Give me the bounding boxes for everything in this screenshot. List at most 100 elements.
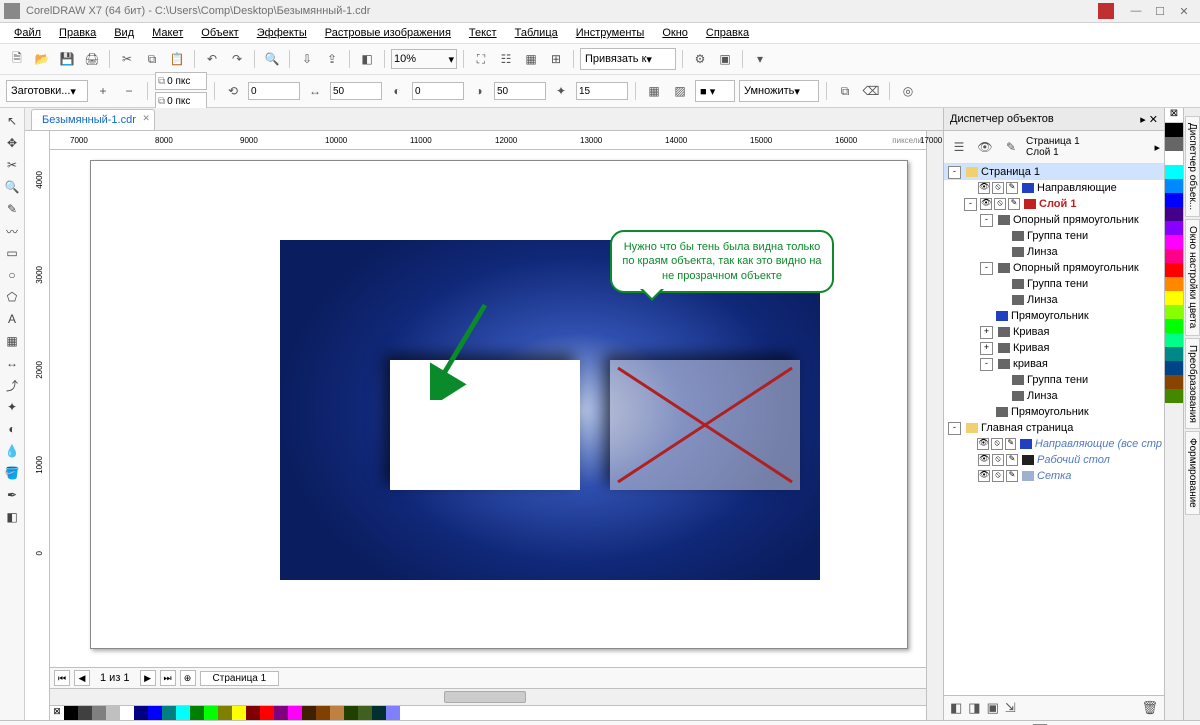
fade-field[interactable]: 0 [412, 82, 464, 100]
open-button[interactable]: 📂 [31, 48, 53, 70]
tree-row[interactable]: Группа тени [944, 372, 1164, 388]
rulers-button[interactable]: ☷ [495, 48, 517, 70]
stretch-field[interactable]: 50 [330, 82, 382, 100]
close-tab-icon[interactable]: ✕ [142, 113, 150, 124]
app-switch-button[interactable]: ▾ [749, 48, 771, 70]
layer-tree[interactable]: -Страница 1👁⦸✎Направляющие-👁⦸✎Слой 1-Опо… [944, 164, 1164, 695]
table-tool[interactable]: ▦ [3, 332, 21, 350]
add-preset-button[interactable]: + [92, 80, 114, 102]
menu-Справка[interactable]: Справка [698, 25, 757, 41]
doc-swatch[interactable] [120, 706, 134, 720]
doc-swatch[interactable] [246, 706, 260, 720]
palette-swatch[interactable] [1165, 165, 1183, 179]
palette-swatch[interactable] [1165, 193, 1183, 207]
tree-row[interactable]: Прямоугольник [944, 404, 1164, 420]
tree-row[interactable]: Группа тени [944, 228, 1164, 244]
tree-row[interactable]: -Опорный прямоугольник [944, 212, 1164, 228]
first-page-button[interactable]: ⏮ [54, 670, 70, 686]
crop-tool[interactable]: ✂ [3, 156, 21, 174]
doc-swatch[interactable] [218, 706, 232, 720]
x-offset-field[interactable]: ⧉0 пкс [155, 72, 207, 90]
polygon-tool[interactable]: ⬠ [3, 288, 21, 306]
panel-close-icon[interactable]: ✕ [1149, 114, 1158, 126]
color-combo[interactable]: ■ ▾ [695, 80, 735, 102]
close-button[interactable]: ✕ [1174, 4, 1194, 18]
vertical-ruler[interactable]: 40003000200010000 [25, 131, 50, 720]
palette-swatch[interactable] [1165, 249, 1183, 263]
palette-swatch[interactable] [1165, 137, 1183, 151]
palette-swatch[interactable] [1165, 291, 1183, 305]
guides-button[interactable]: ⊞ [545, 48, 567, 70]
panel-more-icon[interactable]: ▸ [1154, 141, 1160, 154]
smartfill-tool[interactable]: ◧ [3, 508, 21, 526]
palette-swatch[interactable] [1165, 347, 1183, 361]
tree-row[interactable]: -кривая [944, 356, 1164, 372]
tree-row[interactable]: -👁⦸✎Слой 1 [944, 196, 1164, 212]
layer-edit-icon[interactable]: ✎ [1000, 136, 1022, 158]
menu-Эффекты[interactable]: Эффекты [249, 25, 315, 41]
print-button[interactable]: 🖨 [81, 48, 103, 70]
tree-row[interactable]: Линза [944, 292, 1164, 308]
dimension-tool[interactable]: ↔ [3, 354, 21, 372]
artistic-tool[interactable]: 〰 [3, 222, 21, 240]
menu-Макет[interactable]: Макет [144, 25, 191, 41]
layer-opts-icon[interactable]: ☰ [948, 136, 970, 158]
horizontal-ruler[interactable]: 7000800090001000011000120001300014000150… [50, 131, 926, 150]
palette-swatch[interactable] [1165, 305, 1183, 319]
export-button[interactable]: ⇪ [321, 48, 343, 70]
tree-row[interactable]: Линза [944, 244, 1164, 260]
doc-swatch[interactable] [78, 706, 92, 720]
doc-swatch[interactable] [344, 706, 358, 720]
menu-Объект[interactable]: Объект [193, 25, 246, 41]
outline-tool[interactable]: ✒ [3, 486, 21, 504]
effects-tool[interactable]: ✦ [3, 398, 21, 416]
move-to-button[interactable]: ⇲ [1005, 700, 1016, 716]
h-scrollbar[interactable] [50, 688, 926, 705]
new-button[interactable]: 🗎 [6, 48, 28, 70]
paste-button[interactable]: 📋 [166, 48, 188, 70]
panel-menu-icon[interactable]: ▸ [1140, 114, 1146, 126]
menu-Вид[interactable]: Вид [106, 25, 142, 41]
tree-row[interactable]: 👁⦸✎Направляющие (все стр [944, 436, 1164, 452]
menu-Файл[interactable]: Файл [6, 25, 49, 41]
docker-tabs[interactable]: Диспетчер объек... Окно настройки цвета Пр… [1183, 108, 1200, 720]
connector-tool[interactable]: ⤴ [3, 376, 21, 394]
doc-swatch[interactable] [106, 706, 120, 720]
opacity-field[interactable]: 50 [494, 82, 546, 100]
options-button[interactable]: ⚙ [689, 48, 711, 70]
layer-vis-icon[interactable]: 👁 [974, 136, 996, 158]
doc-swatch[interactable] [134, 706, 148, 720]
tree-row[interactable]: Прямоугольник [944, 308, 1164, 324]
direction-button[interactable]: ▦ [643, 80, 665, 102]
tree-row[interactable]: 👁⦸✎Сетка [944, 468, 1164, 484]
transparency-tool[interactable]: ◐ [3, 420, 21, 438]
docker-tab[interactable]: Диспетчер объек... [1185, 116, 1200, 217]
doc-swatch[interactable] [92, 706, 106, 720]
menu-Инструменты[interactable]: Инструменты [568, 25, 653, 41]
prev-page-button[interactable]: ◀ [74, 670, 90, 686]
palette-swatch[interactable] [1165, 375, 1183, 389]
search-button[interactable]: 🔍 [261, 48, 283, 70]
palette-swatch[interactable] [1165, 389, 1183, 403]
convert-button[interactable]: ◎ [897, 80, 919, 102]
save-button[interactable]: 💾 [56, 48, 78, 70]
palette-swatch[interactable] [1165, 235, 1183, 249]
launch-button[interactable]: ▣ [714, 48, 736, 70]
remove-preset-button[interactable]: − [118, 80, 140, 102]
doc-tab[interactable]: Безымянный-1.cdr✕ [31, 109, 155, 130]
new-layer-button[interactable]: ◧ [950, 700, 962, 716]
rectangle-tool[interactable]: ▭ [3, 244, 21, 262]
palette-swatch[interactable] [1165, 263, 1183, 277]
fullscreen-button[interactable]: ⛶ [470, 48, 492, 70]
feather-field[interactable]: 15 [576, 82, 628, 100]
doc-swatch[interactable] [316, 706, 330, 720]
palette-swatch[interactable] [1165, 151, 1183, 165]
docker-tab[interactable]: Окно настройки цвета [1185, 219, 1200, 335]
minimize-button[interactable]: — [1126, 4, 1146, 18]
presets-combo[interactable]: Заготовки... ▾ [6, 80, 88, 102]
doc-swatch[interactable] [232, 706, 246, 720]
docker-tab[interactable]: Преобразования [1185, 338, 1200, 430]
tree-row[interactable]: +Кривая [944, 340, 1164, 356]
text-tool[interactable]: A [3, 310, 21, 328]
delete-button[interactable]: 🗑 [1141, 700, 1158, 716]
